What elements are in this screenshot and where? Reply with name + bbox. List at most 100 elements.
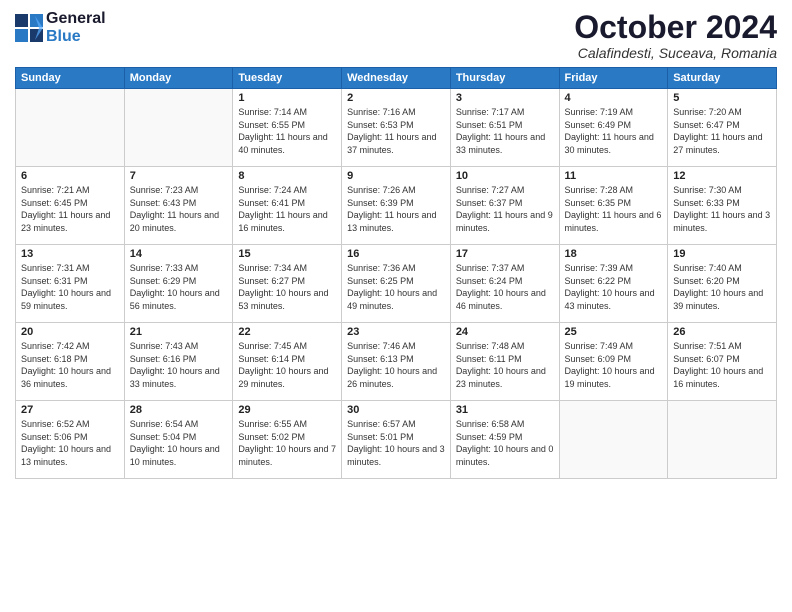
day-info: Sunrise: 7:51 AMSunset: 6:07 PMDaylight:… bbox=[673, 340, 771, 390]
day-info: Sunrise: 7:39 AMSunset: 6:22 PMDaylight:… bbox=[565, 262, 663, 312]
day-cell: 9 Sunrise: 7:26 AMSunset: 6:39 PMDaylight… bbox=[342, 167, 451, 245]
day-info: Sunrise: 7:30 AMSunset: 6:33 PMDaylight:… bbox=[673, 184, 771, 234]
day-info: Sunrise: 7:48 AMSunset: 6:11 PMDaylight:… bbox=[456, 340, 554, 390]
day-cell: 8Sunrise: 7:24 AMSunset: 6:41 PMDaylight… bbox=[233, 167, 342, 245]
day-number: 20 bbox=[21, 326, 119, 338]
header-row: Sunday Monday Tuesday Wednesday Thursday… bbox=[16, 68, 777, 89]
day-cell: 5 Sunrise: 7:20 AMSunset: 6:47 PMDaylight… bbox=[668, 89, 777, 167]
day-number: 7 bbox=[130, 170, 228, 182]
day-info: Sunrise: 7:20 AMSunset: 6:47 PMDaylight:… bbox=[673, 106, 771, 156]
week-row-2: 6 Sunrise: 7:21 AMSunset: 6:45 PMDaylight… bbox=[16, 167, 777, 245]
day-cell: 10Sunrise: 7:27 AMSunset: 6:37 PMDayligh… bbox=[450, 167, 559, 245]
day-number: 8 bbox=[238, 170, 336, 182]
col-wednesday: Wednesday bbox=[342, 68, 451, 89]
day-cell bbox=[16, 89, 125, 167]
day-info: Sunrise: 7:19 AMSunset: 6:49 PMDaylight:… bbox=[565, 106, 663, 156]
day-cell: 28 Sunrise: 6:54 AMSunset: 5:04 PMDayligh… bbox=[124, 401, 233, 479]
day-info: Sunrise: 7:33 AMSunset: 6:29 PMDaylight:… bbox=[130, 262, 228, 312]
day-number: 3 bbox=[456, 92, 554, 104]
day-info: Sunrise: 7:17 AMSunset: 6:51 PMDaylight:… bbox=[456, 106, 554, 156]
col-friday: Friday bbox=[559, 68, 668, 89]
day-cell: 29 Sunrise: 6:55 AMSunset: 5:02 PMDayligh… bbox=[233, 401, 342, 479]
day-info: Sunrise: 7:14 AMSunset: 6:55 PMDaylight:… bbox=[238, 106, 336, 156]
day-cell: 25 Sunrise: 7:49 AMSunset: 6:09 PMDayligh… bbox=[559, 323, 668, 401]
day-cell: 3 Sunrise: 7:17 AMSunset: 6:51 PMDaylight… bbox=[450, 89, 559, 167]
week-row-4: 20 Sunrise: 7:42 AMSunset: 6:18 PMDayligh… bbox=[16, 323, 777, 401]
day-cell: 22 Sunrise: 7:45 AMSunset: 6:14 PMDayligh… bbox=[233, 323, 342, 401]
day-info: Sunrise: 7:42 AMSunset: 6:18 PMDaylight:… bbox=[21, 340, 119, 390]
day-number: 9 bbox=[347, 170, 445, 182]
day-number: 6 bbox=[21, 170, 119, 182]
col-tuesday: Tuesday bbox=[233, 68, 342, 89]
page: General Blue October 2024 Calafindesti, … bbox=[0, 0, 792, 612]
day-number: 2 bbox=[347, 92, 445, 104]
day-number: 14 bbox=[130, 248, 228, 260]
title-block: October 2024 Calafindesti, Suceava, Roma… bbox=[574, 10, 777, 61]
day-cell: 14 Sunrise: 7:33 AMSunset: 6:29 PMDayligh… bbox=[124, 245, 233, 323]
day-cell: 4 Sunrise: 7:19 AMSunset: 6:49 PMDaylight… bbox=[559, 89, 668, 167]
day-cell bbox=[559, 401, 668, 479]
day-info: Sunrise: 7:23 AMSunset: 6:43 PMDaylight:… bbox=[130, 184, 228, 234]
col-monday: Monday bbox=[124, 68, 233, 89]
day-info: Sunrise: 6:52 AMSunset: 5:06 PMDaylight:… bbox=[21, 418, 119, 468]
day-number: 11 bbox=[565, 170, 663, 182]
day-cell bbox=[124, 89, 233, 167]
day-number: 29 bbox=[238, 404, 336, 416]
day-number: 23 bbox=[347, 326, 445, 338]
day-number: 28 bbox=[130, 404, 228, 416]
day-cell: 24 Sunrise: 7:48 AMSunset: 6:11 PMDayligh… bbox=[450, 323, 559, 401]
day-number: 16 bbox=[347, 248, 445, 260]
day-info: Sunrise: 6:57 AMSunset: 5:01 PMDaylight:… bbox=[347, 418, 445, 468]
logo-text: General Blue bbox=[46, 10, 106, 45]
day-number: 24 bbox=[456, 326, 554, 338]
day-number: 17 bbox=[456, 248, 554, 260]
day-cell: 15Sunrise: 7:34 AMSunset: 6:27 PMDayligh… bbox=[233, 245, 342, 323]
day-cell: 23 Sunrise: 7:46 AMSunset: 6:13 PMDayligh… bbox=[342, 323, 451, 401]
day-info: Sunrise: 7:26 AMSunset: 6:39 PMDaylight:… bbox=[347, 184, 445, 234]
day-number: 22 bbox=[238, 326, 336, 338]
day-info: Sunrise: 7:46 AMSunset: 6:13 PMDaylight:… bbox=[347, 340, 445, 390]
day-info: Sunrise: 7:45 AMSunset: 6:14 PMDaylight:… bbox=[238, 340, 336, 390]
day-cell: 17 Sunrise: 7:37 AMSunset: 6:24 PMDayligh… bbox=[450, 245, 559, 323]
day-number: 13 bbox=[21, 248, 119, 260]
day-cell: 18Sunrise: 7:39 AMSunset: 6:22 PMDayligh… bbox=[559, 245, 668, 323]
day-cell: 16 Sunrise: 7:36 AMSunset: 6:25 PMDayligh… bbox=[342, 245, 451, 323]
day-number: 1 bbox=[238, 92, 336, 104]
day-info: Sunrise: 6:58 AMSunset: 4:59 PMDaylight:… bbox=[456, 418, 554, 468]
col-thursday: Thursday bbox=[450, 68, 559, 89]
week-row-3: 13Sunrise: 7:31 AMSunset: 6:31 PMDayligh… bbox=[16, 245, 777, 323]
day-info: Sunrise: 7:43 AMSunset: 6:16 PMDaylight:… bbox=[130, 340, 228, 390]
day-info: Sunrise: 7:21 AMSunset: 6:45 PMDaylight:… bbox=[21, 184, 119, 234]
day-info: Sunrise: 7:49 AMSunset: 6:09 PMDaylight:… bbox=[565, 340, 663, 390]
day-cell: 31 Sunrise: 6:58 AMSunset: 4:59 PMDayligh… bbox=[450, 401, 559, 479]
day-info: Sunrise: 7:40 AMSunset: 6:20 PMDaylight:… bbox=[673, 262, 771, 312]
day-number: 25 bbox=[565, 326, 663, 338]
day-cell: 11 Sunrise: 7:28 AMSunset: 6:35 PMDayligh… bbox=[559, 167, 668, 245]
day-info: Sunrise: 6:54 AMSunset: 5:04 PMDaylight:… bbox=[130, 418, 228, 468]
day-cell: 2 Sunrise: 7:16 AMSunset: 6:53 PMDaylight… bbox=[342, 89, 451, 167]
day-cell: 12Sunrise: 7:30 AMSunset: 6:33 PMDayligh… bbox=[668, 167, 777, 245]
day-number: 10 bbox=[456, 170, 554, 182]
col-sunday: Sunday bbox=[16, 68, 125, 89]
day-cell: 30Sunrise: 6:57 AMSunset: 5:01 PMDayligh… bbox=[342, 401, 451, 479]
day-number: 4 bbox=[565, 92, 663, 104]
day-number: 26 bbox=[673, 326, 771, 338]
day-cell: 27 Sunrise: 6:52 AMSunset: 5:06 PMDayligh… bbox=[16, 401, 125, 479]
day-cell bbox=[668, 401, 777, 479]
day-info: Sunrise: 7:28 AMSunset: 6:35 PMDaylight:… bbox=[565, 184, 663, 234]
day-info: Sunrise: 7:34 AMSunset: 6:27 PMDaylight:… bbox=[238, 262, 336, 312]
day-cell: 6 Sunrise: 7:21 AMSunset: 6:45 PMDaylight… bbox=[16, 167, 125, 245]
location: Calafindesti, Suceava, Romania bbox=[574, 45, 777, 61]
day-info: Sunrise: 7:36 AMSunset: 6:25 PMDaylight:… bbox=[347, 262, 445, 312]
day-cell: 26 Sunrise: 7:51 AMSunset: 6:07 PMDayligh… bbox=[668, 323, 777, 401]
day-info: Sunrise: 7:16 AMSunset: 6:53 PMDaylight:… bbox=[347, 106, 445, 156]
day-number: 27 bbox=[21, 404, 119, 416]
day-number: 5 bbox=[673, 92, 771, 104]
logo-icon bbox=[15, 14, 43, 42]
day-info: Sunrise: 6:55 AMSunset: 5:02 PMDaylight:… bbox=[238, 418, 336, 468]
day-number: 31 bbox=[456, 404, 554, 416]
header: General Blue October 2024 Calafindesti, … bbox=[15, 10, 777, 61]
day-info: Sunrise: 7:37 AMSunset: 6:24 PMDaylight:… bbox=[456, 262, 554, 312]
day-cell: 20 Sunrise: 7:42 AMSunset: 6:18 PMDayligh… bbox=[16, 323, 125, 401]
day-cell: 19Sunrise: 7:40 AMSunset: 6:20 PMDayligh… bbox=[668, 245, 777, 323]
